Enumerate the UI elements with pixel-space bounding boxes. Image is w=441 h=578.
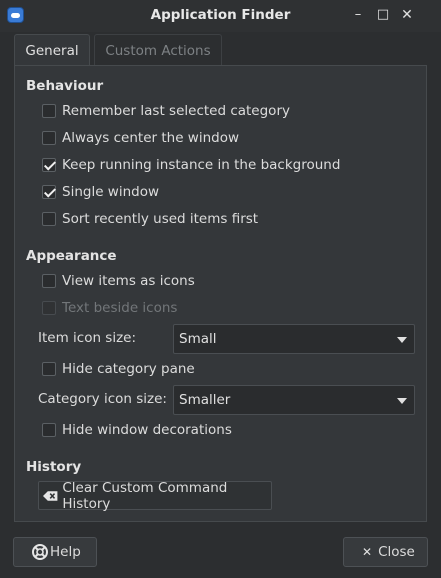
- keep-running-option[interactable]: Keep running instance in the background: [42, 156, 340, 174]
- single-window-label: Single window: [62, 184, 160, 200]
- text-beside-icons-checkbox: [42, 301, 56, 315]
- sort-recent-option[interactable]: Sort recently used items first: [42, 210, 258, 228]
- close-icon: ✕: [362, 545, 373, 559]
- text-beside-icons-option: Text beside icons: [42, 299, 177, 317]
- category-icon-size-value: Smaller: [179, 392, 231, 408]
- hide-category-pane-label: Hide category pane: [62, 361, 195, 377]
- chevron-down-icon: [397, 337, 407, 343]
- keep-running-label: Keep running instance in the background: [62, 157, 341, 173]
- center-window-checkbox[interactable]: [42, 131, 56, 145]
- behaviour-heading: Behaviour: [26, 78, 104, 94]
- item-icon-size-value: Small: [179, 331, 217, 347]
- hide-window-decorations-option[interactable]: Hide window decorations: [42, 421, 232, 439]
- category-icon-size-label: Category icon size:: [38, 391, 167, 407]
- single-window-option[interactable]: Single window: [42, 183, 159, 201]
- item-icon-size-select[interactable]: Small: [173, 324, 415, 354]
- sort-recent-checkbox[interactable]: [42, 212, 56, 226]
- remember-category-option[interactable]: Remember last selected category: [42, 102, 290, 120]
- center-window-option[interactable]: Always center the window: [42, 129, 239, 147]
- help-label: Help: [50, 544, 81, 560]
- sort-recent-label: Sort recently used items first: [62, 211, 259, 227]
- minimize-icon[interactable]: –: [349, 6, 367, 24]
- tab-custom-actions[interactable]: Custom Actions: [94, 34, 222, 66]
- title-bar: Application Finder – □ ✕: [0, 0, 441, 32]
- single-window-checkbox[interactable]: [42, 185, 56, 199]
- help-icon: [32, 544, 48, 560]
- remember-category-label: Remember last selected category: [62, 103, 290, 119]
- close-window-icon[interactable]: ✕: [398, 6, 416, 24]
- close-label: Close: [378, 544, 415, 560]
- clear-icon: [43, 490, 58, 501]
- tab-general[interactable]: General: [14, 34, 90, 66]
- text-beside-icons-label: Text beside icons: [62, 300, 178, 316]
- item-icon-size-label: Item icon size:: [38, 330, 137, 346]
- appearance-heading: Appearance: [26, 248, 117, 264]
- close-button[interactable]: ✕ Close: [343, 537, 428, 567]
- view-as-icons-checkbox[interactable]: [42, 274, 56, 288]
- keep-running-checkbox[interactable]: [42, 158, 56, 172]
- hide-window-decorations-label: Hide window decorations: [62, 422, 232, 438]
- center-window-label: Always center the window: [62, 130, 240, 146]
- help-button[interactable]: Help: [13, 537, 97, 567]
- chevron-down-icon: [397, 398, 407, 404]
- hide-window-decorations-checkbox[interactable]: [42, 423, 56, 437]
- history-heading: History: [26, 459, 82, 475]
- hide-category-pane-option[interactable]: Hide category pane: [42, 360, 195, 378]
- view-as-icons-label: View items as icons: [62, 273, 195, 289]
- remember-category-checkbox[interactable]: [42, 104, 56, 118]
- hide-category-pane-checkbox[interactable]: [42, 362, 56, 376]
- category-icon-size-select[interactable]: Smaller: [173, 385, 415, 415]
- view-as-icons-option[interactable]: View items as icons: [42, 272, 195, 290]
- maximize-icon[interactable]: □: [374, 6, 392, 24]
- clear-history-label: Clear Custom Command History: [62, 479, 228, 512]
- clear-history-button[interactable]: Clear Custom Command History: [38, 479, 272, 512]
